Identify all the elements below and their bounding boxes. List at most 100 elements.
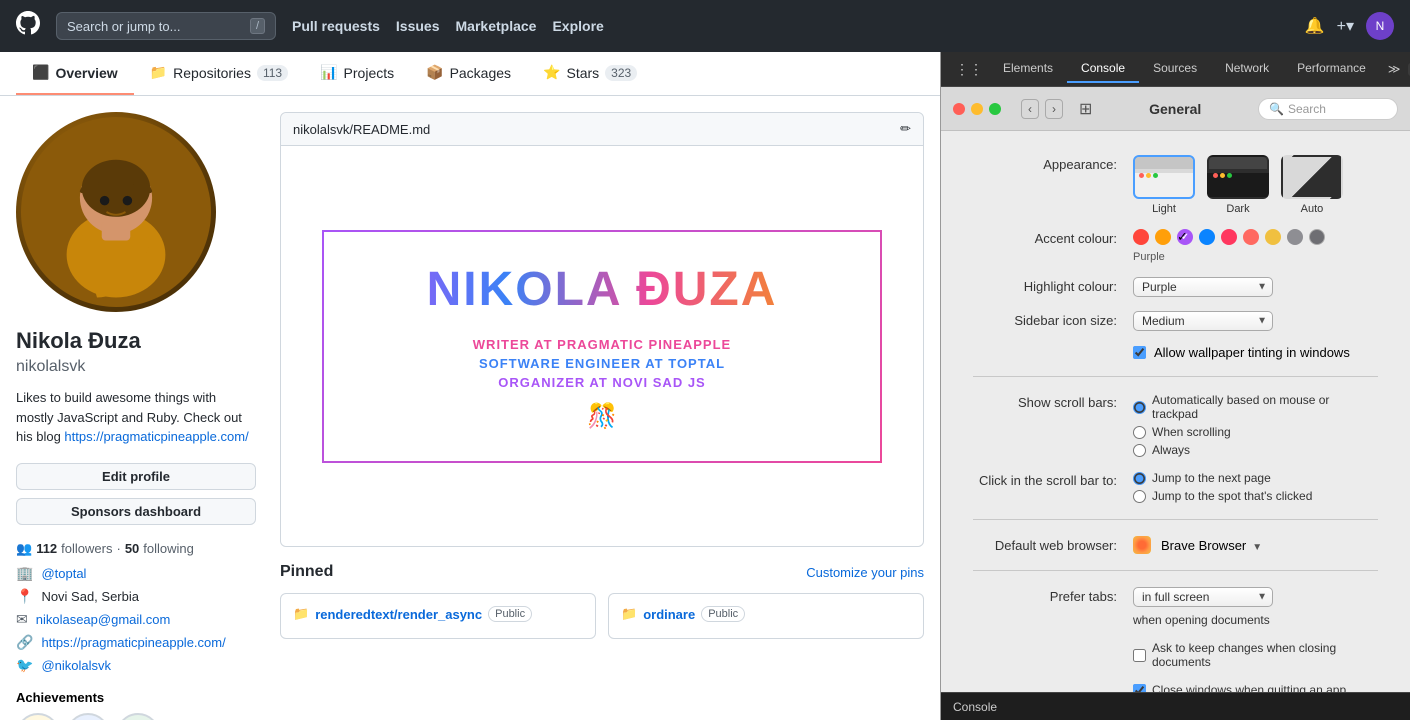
email-link[interactable]: nikolaseap@gmail.com — [36, 612, 171, 627]
avatar[interactable]: N — [1366, 12, 1394, 40]
accent-blue[interactable] — [1199, 229, 1215, 245]
nav-marketplace[interactable]: Marketplace — [456, 18, 537, 34]
nav-explore[interactable]: Explore — [552, 18, 603, 34]
devtools-tab-sources[interactable]: Sources — [1139, 55, 1211, 83]
tab-overview[interactable]: ⬛ Overview — [16, 52, 134, 95]
scrollbars-row: Show scroll bars: Automatically based on… — [973, 393, 1378, 457]
click-option-spot[interactable]: Jump to the spot that's clicked — [1133, 489, 1312, 503]
scrollbar-radio-always[interactable] — [1133, 444, 1146, 457]
github-profile-area: ⬛ Overview 📁 Repositories 113 📊 Projects… — [0, 52, 940, 720]
prefer-tabs-select[interactable]: in full screen — [1133, 587, 1273, 607]
ask-changes-checkbox[interactable] — [1133, 649, 1146, 662]
followers-count: 112 — [36, 541, 57, 556]
accent-purple[interactable]: ✓ — [1177, 229, 1193, 245]
accent-gray[interactable] — [1287, 229, 1303, 245]
tab-projects[interactable]: 📊 Projects — [304, 52, 410, 95]
repo-link-0[interactable]: renderedtext/render_async — [315, 607, 482, 622]
appearance-dark[interactable]: Dark — [1207, 155, 1269, 215]
wallpaper-tinting-label: Allow wallpaper tinting in windows — [1154, 345, 1350, 360]
followers-icon: 👥 — [16, 541, 32, 557]
appearance-dark-label: Dark — [1207, 203, 1269, 215]
info-website: 🔗 https://pragmaticpineapple.com/ — [16, 634, 256, 651]
scrollbar-radio-scrolling[interactable] — [1133, 426, 1146, 439]
accent-yellow[interactable] — [1265, 229, 1281, 245]
wallpaper-tinting-control: Allow wallpaper tinting in windows — [1133, 345, 1350, 360]
settings-title: General — [1100, 101, 1250, 117]
close-window-button[interactable] — [953, 103, 965, 115]
devtools-tab-network[interactable]: Network — [1211, 55, 1283, 83]
separator-3 — [973, 570, 1378, 571]
followers-stats: 👥 112 followers · 50 following — [16, 541, 256, 557]
separator-2 — [973, 519, 1378, 520]
accent-red[interactable] — [1133, 229, 1149, 245]
tab-repositories[interactable]: 📁 Repositories 113 — [134, 52, 304, 95]
search-placeholder-text: Search — [1288, 102, 1326, 116]
pinned-section: Pinned Customize your pins 📁 renderedtex… — [280, 563, 924, 639]
appearance-auto-label: Auto — [1281, 203, 1343, 215]
ask-changes-label[interactable]: Ask to keep changes when closing documen… — [1133, 641, 1378, 669]
sponsors-dashboard-button[interactable]: Sponsors dashboard — [16, 498, 256, 525]
click-radio-spot[interactable] — [1133, 490, 1146, 503]
back-button[interactable]: ‹ — [1021, 99, 1039, 119]
profile-sidebar: ⊞ Nikola Đuza nikolalsvk Likes to build … — [16, 112, 256, 720]
devtools-more-tabs[interactable]: ≫ — [1380, 56, 1409, 82]
close-windows-checkbox[interactable] — [1133, 684, 1146, 693]
create-icon[interactable]: +▾ — [1337, 16, 1354, 36]
edit-profile-button[interactable]: Edit profile — [16, 463, 256, 490]
appearance-dark-thumb — [1207, 155, 1269, 199]
location-text: Novi Sad, Serbia — [41, 589, 139, 604]
click-option-next[interactable]: Jump to the next page — [1133, 471, 1312, 485]
tab-stars[interactable]: ⭐ Stars 323 — [527, 52, 653, 95]
notifications-icon[interactable]: 🔔 — [1305, 16, 1325, 36]
accent-pink[interactable] — [1221, 229, 1237, 245]
overview-icon: ⬛ — [32, 64, 49, 81]
accent-graphite[interactable] — [1309, 229, 1325, 245]
sidebar-icon-select[interactable]: Medium — [1133, 311, 1273, 331]
profile-username: nikolalsvk — [16, 358, 256, 376]
appearance-auto[interactable]: Auto — [1281, 155, 1343, 215]
scrollbar-option-always[interactable]: Always — [1133, 443, 1378, 457]
devtools-tab-console[interactable]: Console — [1067, 55, 1139, 83]
sidebar-icon-row: Sidebar icon size: Medium ▼ — [973, 311, 1378, 331]
scrollbar-option-auto[interactable]: Automatically based on mouse or trackpad — [1133, 393, 1378, 421]
accent-red2[interactable] — [1243, 229, 1259, 245]
twitter-link[interactable]: @nikolalsvk — [41, 658, 111, 673]
main-content: ⬛ Overview 📁 Repositories 113 📊 Projects… — [0, 52, 1410, 720]
maximize-window-button[interactable] — [989, 103, 1001, 115]
click-radio-next[interactable] — [1133, 472, 1146, 485]
accent-orange[interactable] — [1155, 229, 1171, 245]
edit-icon[interactable]: ✏ — [900, 121, 911, 137]
github-logo-icon[interactable] — [16, 11, 40, 41]
website-link[interactable]: https://pragmaticpineapple.com/ — [41, 635, 225, 650]
accent-colors: ✓ — [1133, 229, 1325, 245]
browser-select-arrow[interactable]: ▼ — [1252, 542, 1262, 553]
wallpaper-tinting-row: Allow wallpaper tinting in windows — [973, 345, 1378, 360]
repo-link-1[interactable]: ordinare — [643, 607, 695, 622]
tab-packages[interactable]: 📦 Packages — [410, 52, 527, 95]
forward-button[interactable]: › — [1045, 99, 1063, 119]
grid-icon[interactable]: ⊞ — [1079, 99, 1092, 119]
nav-issues[interactable]: Issues — [396, 18, 440, 34]
settings-search[interactable]: 🔍 Search — [1258, 98, 1398, 120]
scrollbar-option-scrolling[interactable]: When scrolling — [1133, 425, 1378, 439]
pinned-grid: 📁 renderedtext/render_async Public 📁 ord… — [280, 593, 924, 639]
readme-header: nikolalsvk/README.md ✏ — [281, 113, 923, 146]
highlight-select[interactable]: Purple — [1133, 277, 1273, 297]
sidebar-icon-select-wrapper: Medium ▼ — [1133, 311, 1273, 331]
info-email: ✉ nikolaseap@gmail.com — [16, 611, 256, 628]
accent-selected-label: Purple — [1133, 251, 1325, 263]
customize-pins-link[interactable]: Customize your pins — [806, 565, 924, 580]
scrollbar-radio-auto[interactable] — [1133, 401, 1146, 414]
bio-link[interactable]: https://pragmaticpineapple.com/ — [64, 429, 248, 444]
devtools-menu-icon[interactable]: ⋮⋮ — [949, 59, 989, 80]
close-windows-label[interactable]: Close windows when quitting an app — [1133, 683, 1378, 692]
devtools-tab-elements[interactable]: Elements — [989, 55, 1067, 83]
org-link[interactable]: @toptal — [41, 566, 86, 581]
minimize-window-button[interactable] — [971, 103, 983, 115]
nav-pull-requests[interactable]: Pull requests — [292, 18, 380, 34]
highlight-colour-row: Highlight colour: Purple ▼ — [973, 277, 1378, 297]
appearance-light[interactable]: Light — [1133, 155, 1195, 215]
wallpaper-tinting-checkbox[interactable] — [1133, 346, 1146, 359]
devtools-tab-performance[interactable]: Performance — [1283, 55, 1380, 83]
global-search[interactable]: Search or jump to... / — [56, 12, 276, 40]
